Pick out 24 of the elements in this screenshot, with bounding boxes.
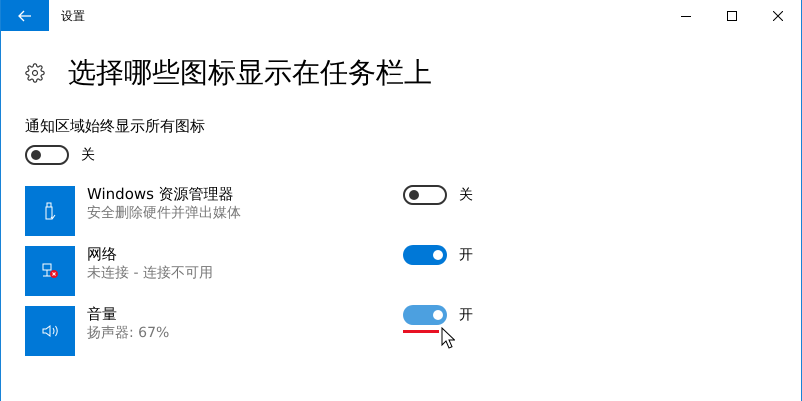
usb-drive-icon [25,186,75,236]
toggle-switch[interactable] [403,185,447,205]
close-icon [773,10,783,20]
window-title: 设置 [61,8,85,24]
toggle-state-label: 开 [459,306,473,325]
toggle-state-label: 开 [459,246,473,265]
toggle-switch[interactable] [403,245,447,265]
toggle-switch[interactable] [25,145,69,165]
item-name: Windows 资源管理器 [87,185,235,204]
toggle-state-label: 关 [81,146,95,164]
back-arrow-icon [18,10,32,22]
item-name: 网络 [87,245,118,264]
network-error-icon [25,246,75,296]
speaker-icon [25,306,75,356]
toggle-switch[interactable] [403,305,447,325]
item-description: 扬声器: 67% [87,324,170,343]
page-heading: 选择哪些图标显示在任务栏上 [68,55,432,91]
item-description: 未连接 - 连接不可用 [87,264,213,283]
item-name: 音量 [87,305,118,324]
maximize-icon [727,10,737,20]
toggle-state-label: 关 [459,186,473,205]
item-description: 安全删除硬件并弹出媒体 [87,204,241,223]
settings-icon [25,63,45,83]
section-label: 通知区域始终显示所有图标 [25,117,205,135]
